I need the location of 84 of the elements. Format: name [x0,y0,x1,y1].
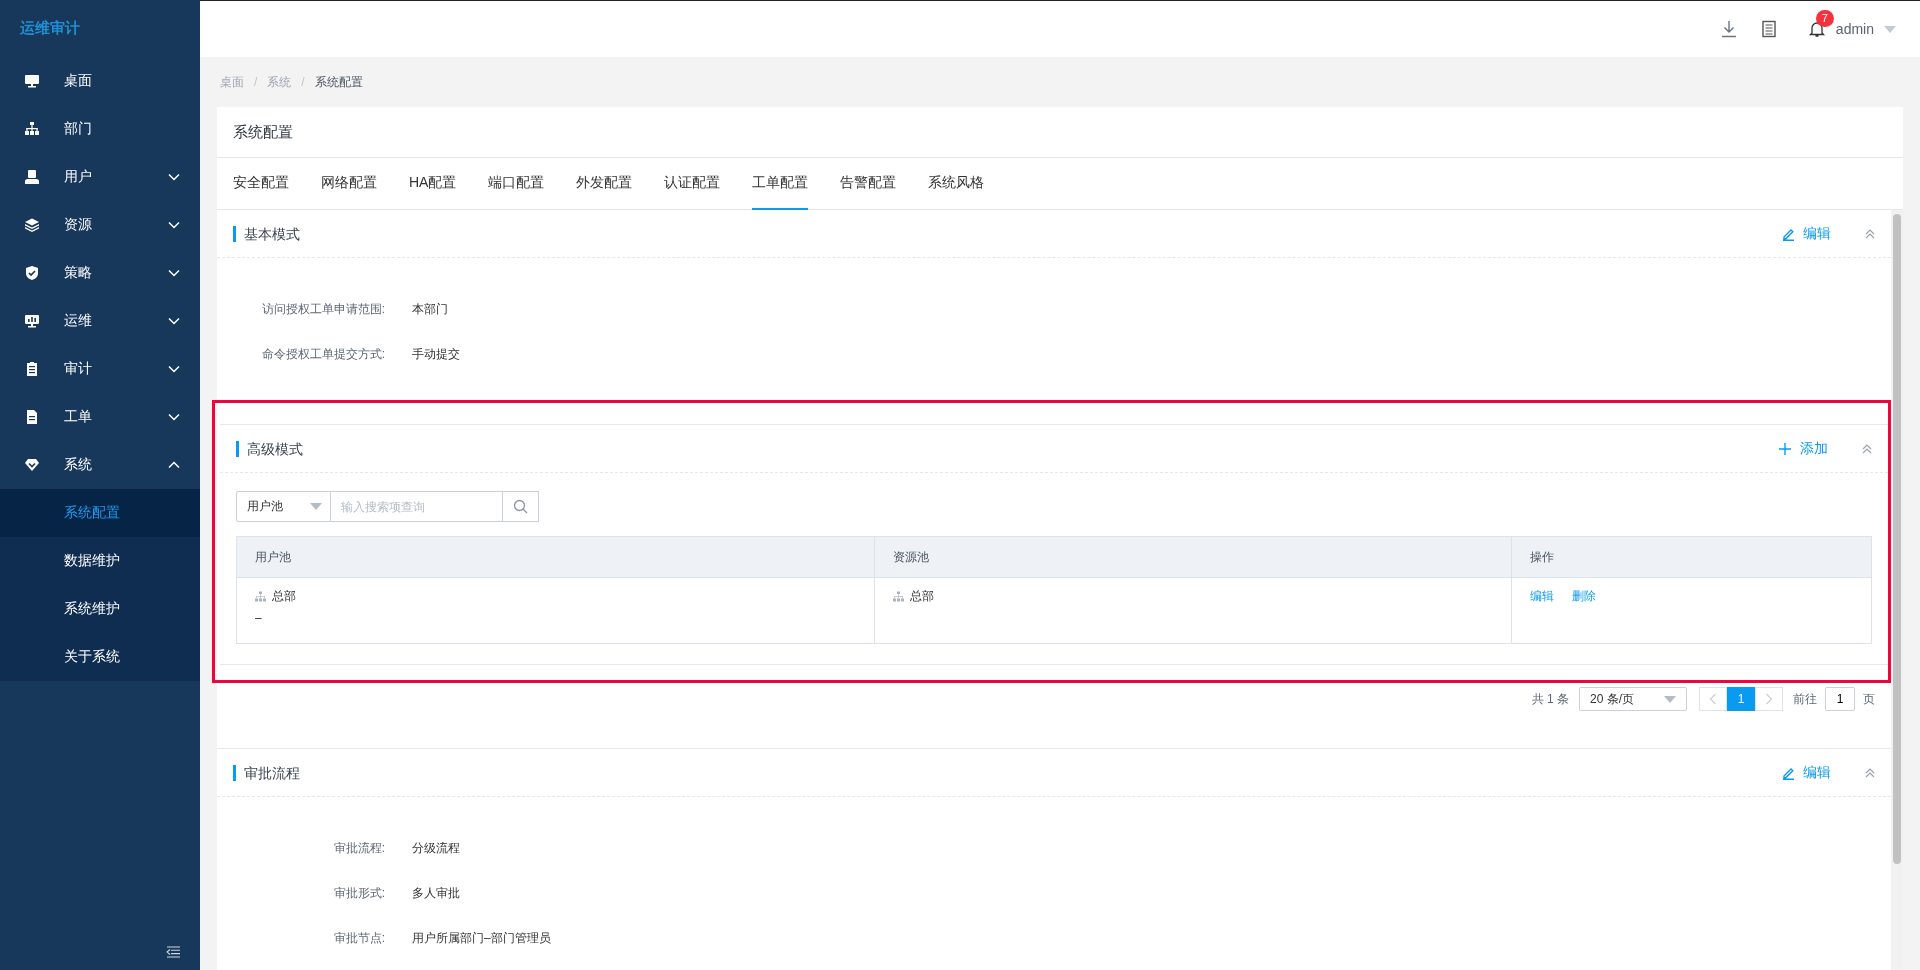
document-icon [24,409,40,425]
collapse-icon [1865,767,1875,778]
plus-icon [1778,441,1792,456]
field-label: 访问授权工单申请范围: [260,301,385,318]
field-label: 命令授权工单提交方式: [260,346,385,363]
chevron-right-icon [1765,693,1773,705]
column-header: 操作 [1511,536,1872,578]
collapse-menu-icon [166,946,180,958]
clipboard-icon [24,361,40,377]
tab[interactable]: 端口配置 [488,158,545,210]
section-title: 审批流程 [233,764,1781,781]
collapse-icon [1862,443,1872,454]
notification-count: 7 [1815,10,1834,27]
org-chart-icon [892,590,904,602]
notification-bell-icon [1807,20,1826,38]
chevron-left-icon [1709,693,1717,705]
layers-icon [24,217,40,233]
field-label: 审批节点: [332,930,385,947]
tab[interactable]: 安全配置 [233,158,289,210]
field-label: 审批流程: [332,840,385,857]
goto-label: 前往 [1793,690,1817,708]
breadcrumb-item: 系统配置 [314,73,363,91]
filter-dropdown[interactable]: 用户池 [236,491,331,522]
field-value: 手动提交 [412,346,461,363]
user-menu[interactable]: admin [1835,21,1896,37]
sidebar-item[interactable]: 审计 [0,345,200,393]
column-header: 用户池 [236,536,875,578]
scrollbar[interactable] [1891,210,1903,970]
diamond-badge-icon [24,457,40,473]
person-icon [24,169,40,185]
field-value: 分级流程 [412,840,461,857]
tab[interactable]: 告警配置 [840,158,897,210]
sidebar-item[interactable]: 系统 [0,441,200,489]
submenu-item[interactable]: 关于系统 [0,633,200,681]
collapse-icon [1865,228,1875,239]
download-icon [1719,20,1738,38]
field-label: 审批形式: [332,885,385,902]
tab[interactable]: 工单配置 [752,158,809,210]
column-header: 资源池 [874,536,1512,578]
field-value: 多人审批 [412,885,461,902]
submenu-item[interactable]: 系统维护 [0,585,200,633]
field-value: 用户所属部门–部门管理员 [412,930,552,947]
sidebar-item[interactable]: 工单 [0,393,200,441]
sidebar-item[interactable]: 资源 [0,201,200,249]
tab[interactable]: 系统风格 [928,158,985,210]
caret-down-icon [1664,695,1676,703]
search-button[interactable] [503,491,539,522]
sidebar-item[interactable]: 桌面 [0,57,200,105]
document-list-icon [1759,20,1778,38]
next-page-button[interactable] [1755,687,1783,711]
org-chart-icon [24,121,40,137]
total-count: 共 1 条 [1531,690,1569,708]
tab[interactable]: 网络配置 [321,158,377,210]
card-title: 系统配置 [217,107,1903,158]
section-title: 高级模式 [236,440,1778,457]
submenu-item[interactable]: 系统配置 [0,489,200,537]
submenu-item[interactable]: 数据维护 [0,537,200,585]
pool-name: 总部 [272,588,296,604]
sidebar-item[interactable]: 用户 [0,153,200,201]
field-value: 本部门 [412,301,449,318]
pool-note: – [255,610,263,626]
search-icon [513,499,528,514]
tab[interactable]: HA配置 [409,158,457,210]
monitor-icon [24,73,40,89]
sidebar-item[interactable]: 策略 [0,249,200,297]
caret-down-icon [1884,25,1896,33]
app-logo: 运维审计 [19,18,81,38]
shield-icon [24,265,40,281]
page-size-dropdown[interactable]: 20 条/页 [1579,687,1687,711]
prev-page-button[interactable] [1699,687,1727,711]
breadcrumb-separator: / [301,75,305,89]
page-suffix: 页 [1863,690,1875,708]
pool-name: 总部 [909,588,934,604]
breadcrumb-separator: / [254,75,258,89]
monitor-chart-icon [24,313,40,329]
sidebar-item[interactable]: 部门 [0,105,200,153]
sidebar-item[interactable]: 运维 [0,297,200,345]
org-chart-icon [255,590,266,602]
tab[interactable]: 认证配置 [664,158,721,210]
section-title: 基本模式 [233,225,1781,242]
page-input[interactable]: 1 [1825,687,1855,711]
caret-down-icon [310,503,322,510]
search-field[interactable]: 输入搜索项查询 [331,491,503,522]
tab[interactable]: 外发配置 [576,158,633,210]
